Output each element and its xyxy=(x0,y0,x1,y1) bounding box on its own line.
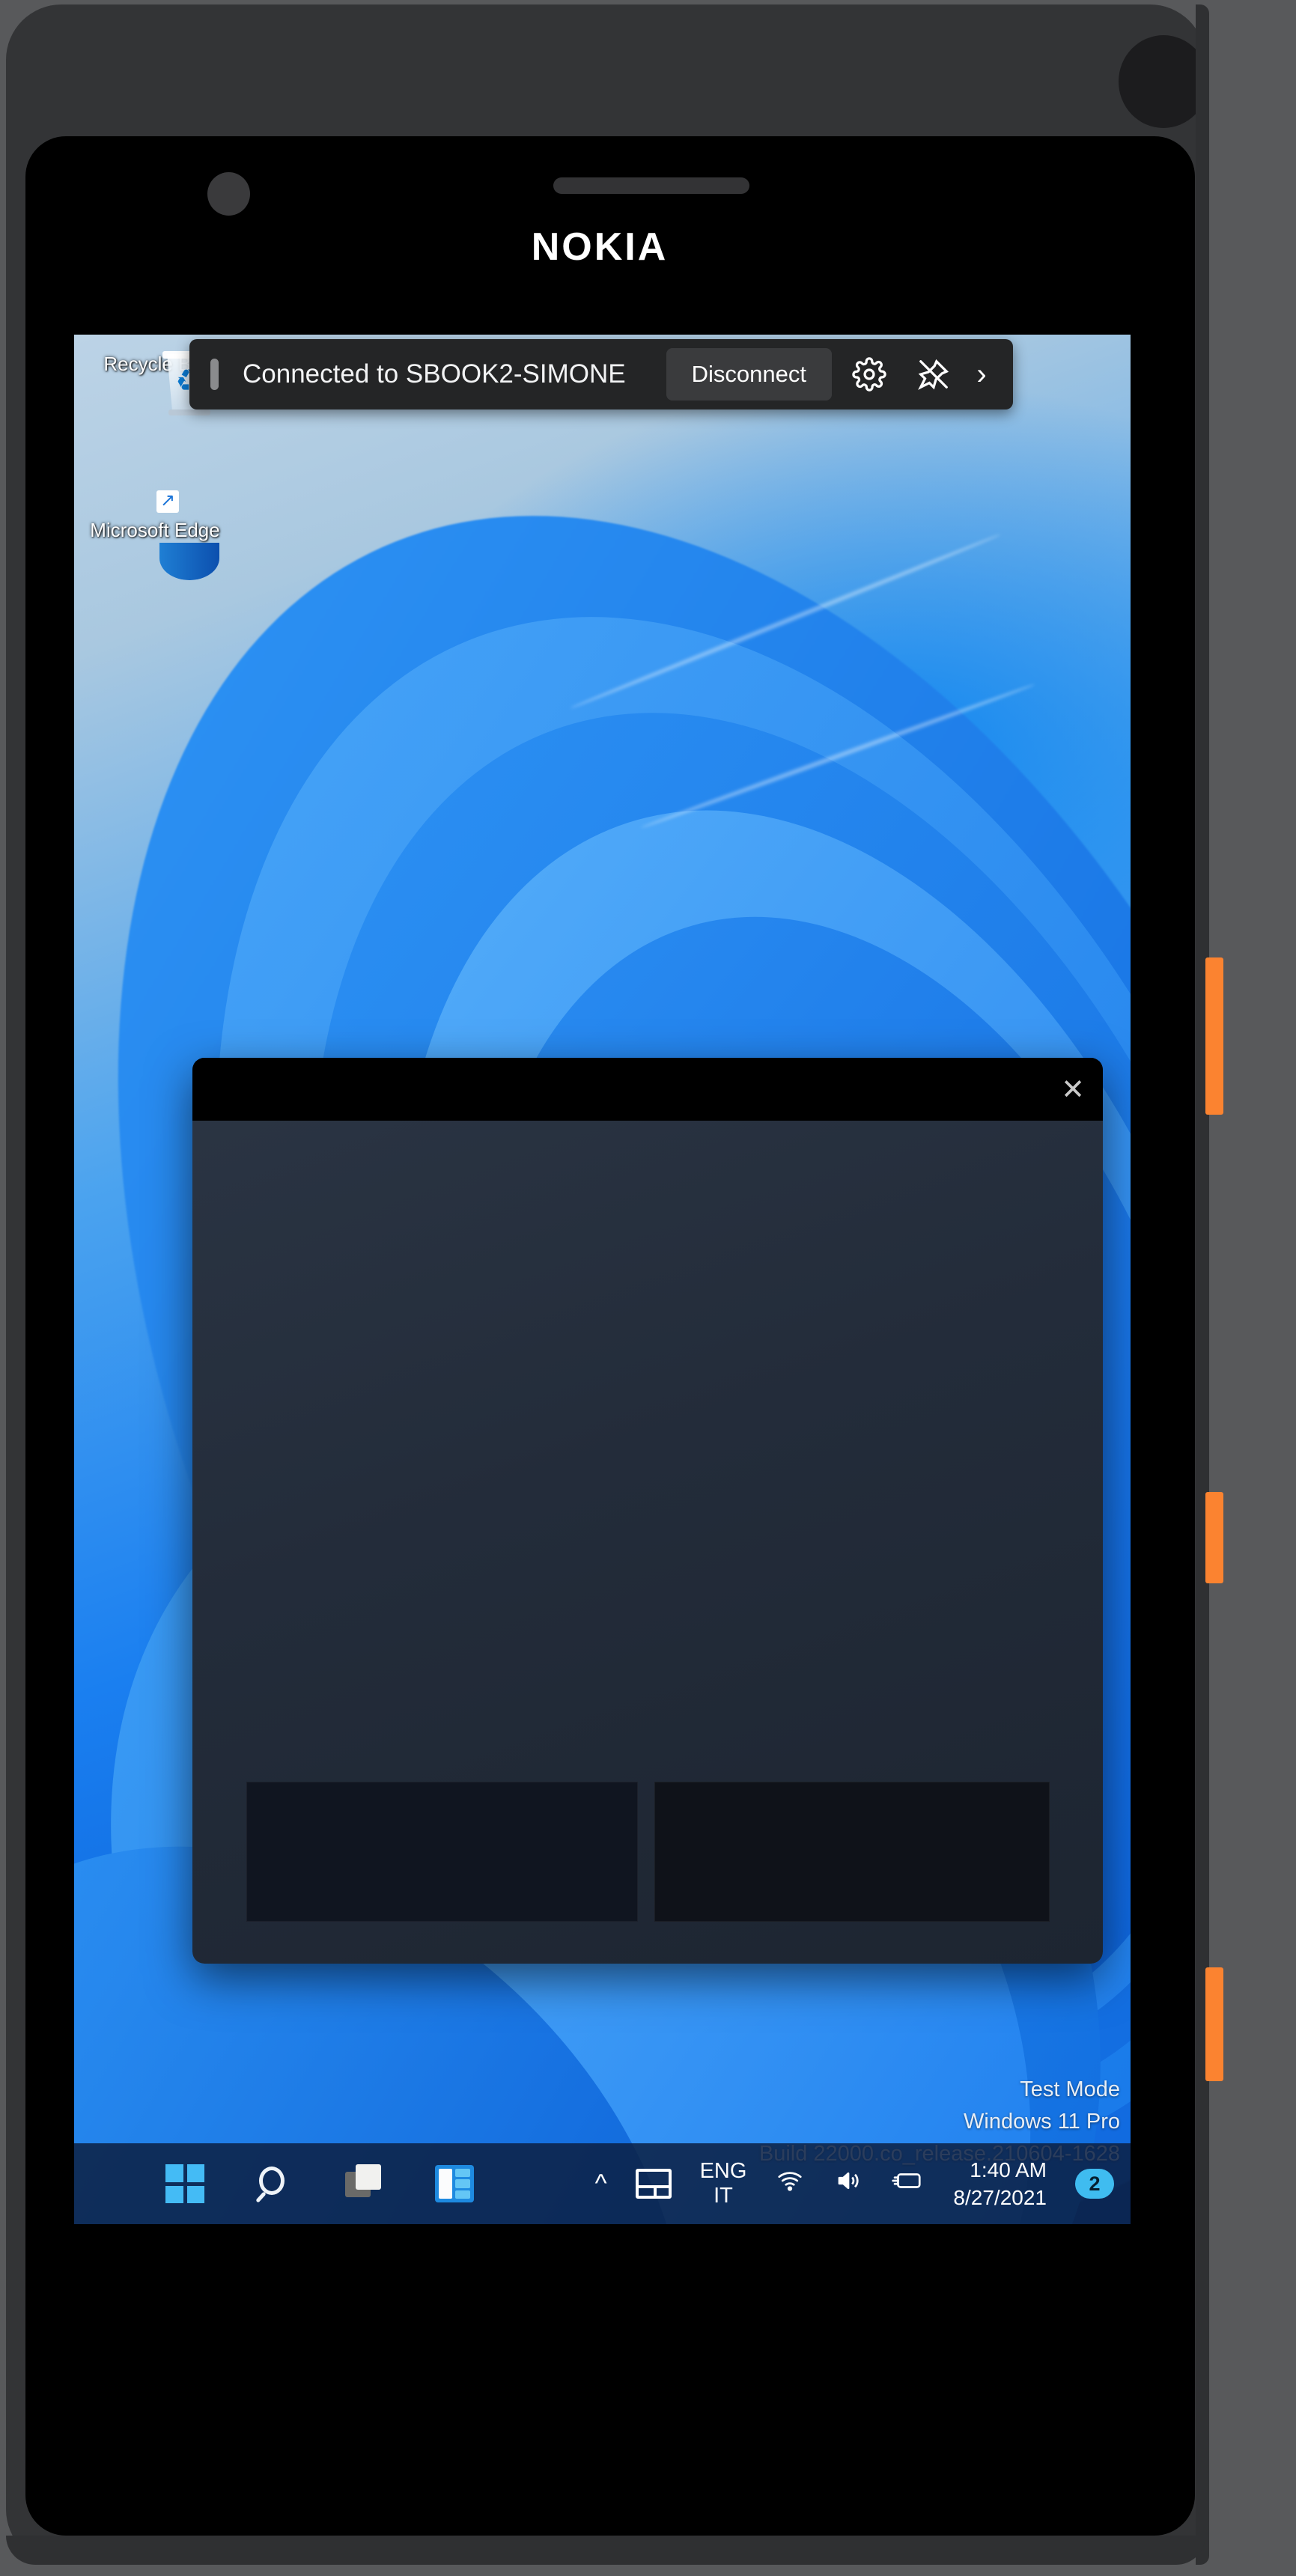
shortcut-arrow-icon: ↗ xyxy=(156,490,179,513)
search-button[interactable] xyxy=(250,2159,299,2208)
widgets-button[interactable] xyxy=(430,2159,479,2208)
unpin-icon[interactable] xyxy=(907,347,961,401)
gear-icon[interactable] xyxy=(842,347,896,401)
language-indicator[interactable]: ENG IT xyxy=(700,2159,747,2208)
dialog-content-area xyxy=(192,1121,1103,1964)
device-right-edge xyxy=(1196,4,1209,2565)
dialog-panel-row xyxy=(246,1782,1050,1922)
desktop-icon-label: Microsoft Edge xyxy=(90,519,220,541)
volume-down-button[interactable] xyxy=(1205,1492,1223,1583)
earpiece-speaker-icon xyxy=(553,177,749,194)
device-bottom-edge xyxy=(6,2536,1205,2565)
volume-up-button[interactable] xyxy=(1205,957,1223,1115)
speaker-icon[interactable] xyxy=(833,2167,863,2201)
task-view-icon xyxy=(345,2164,384,2203)
windows-logo-icon xyxy=(165,2164,204,2203)
windows-taskbar[interactable]: ^ ENG IT 1:40 AM 8/27/2021 2 xyxy=(74,2143,1131,2224)
system-tray: ^ ENG IT 1:40 AM 8/27/2021 2 xyxy=(595,2156,1114,2211)
dialog-panel-left[interactable] xyxy=(246,1782,638,1922)
language-line-1: ENG xyxy=(699,2159,747,2183)
language-line-2: IT xyxy=(714,2184,733,2208)
power-button[interactable] xyxy=(1205,1967,1223,2081)
remote-desktop-viewport[interactable]: ♻ Recycle Bin ↗ Microsoft Edge Connected… xyxy=(74,335,1131,2224)
desktop-icon-microsoft-edge[interactable]: ↗ Microsoft Edge xyxy=(80,490,230,580)
watermark-line-2: Windows 11 Pro xyxy=(964,2110,1120,2134)
dialog-panel-right[interactable] xyxy=(654,1782,1050,1922)
front-camera-icon xyxy=(207,172,250,216)
clock-time: 1:40 AM xyxy=(970,2158,1047,2181)
dialog-title-bar[interactable]: ✕ xyxy=(192,1058,1103,1121)
start-button[interactable] xyxy=(160,2159,210,2208)
show-hidden-icons-button[interactable]: ^ xyxy=(595,2169,607,2199)
watermark-line-1: Test Mode xyxy=(1020,2077,1120,2101)
task-view-button[interactable] xyxy=(340,2159,389,2208)
search-icon xyxy=(255,2167,292,2203)
remote-dialog-window[interactable]: ✕ xyxy=(192,1058,1103,1964)
clock[interactable]: 1:40 AM 8/27/2021 xyxy=(953,2156,1047,2211)
battery-charging-icon[interactable] xyxy=(892,2168,925,2200)
remote-connection-bar[interactable]: Connected to SBOOK2-SIMONE Disconnect › xyxy=(189,339,1013,409)
chevron-right-icon[interactable]: › xyxy=(964,347,1000,401)
widgets-icon xyxy=(435,2165,474,2202)
rear-camera-icon xyxy=(1119,35,1208,128)
close-icon[interactable]: ✕ xyxy=(1043,1058,1103,1121)
clock-date: 8/27/2021 xyxy=(953,2186,1047,2209)
touch-keyboard-icon[interactable] xyxy=(635,2169,672,2199)
phone-device-frame: NOKIA ♻ Recycle Bin xyxy=(0,0,1296,2576)
disconnect-button[interactable]: Disconnect xyxy=(666,348,832,401)
notification-badge[interactable]: 2 xyxy=(1075,2169,1114,2199)
drag-handle[interactable] xyxy=(210,359,219,390)
connection-status-text: Connected to SBOOK2-SIMONE xyxy=(243,359,626,389)
wifi-icon[interactable] xyxy=(775,2167,805,2201)
taskbar-pinned-group xyxy=(160,2159,479,2208)
nokia-brand-logo: NOKIA xyxy=(531,225,669,269)
